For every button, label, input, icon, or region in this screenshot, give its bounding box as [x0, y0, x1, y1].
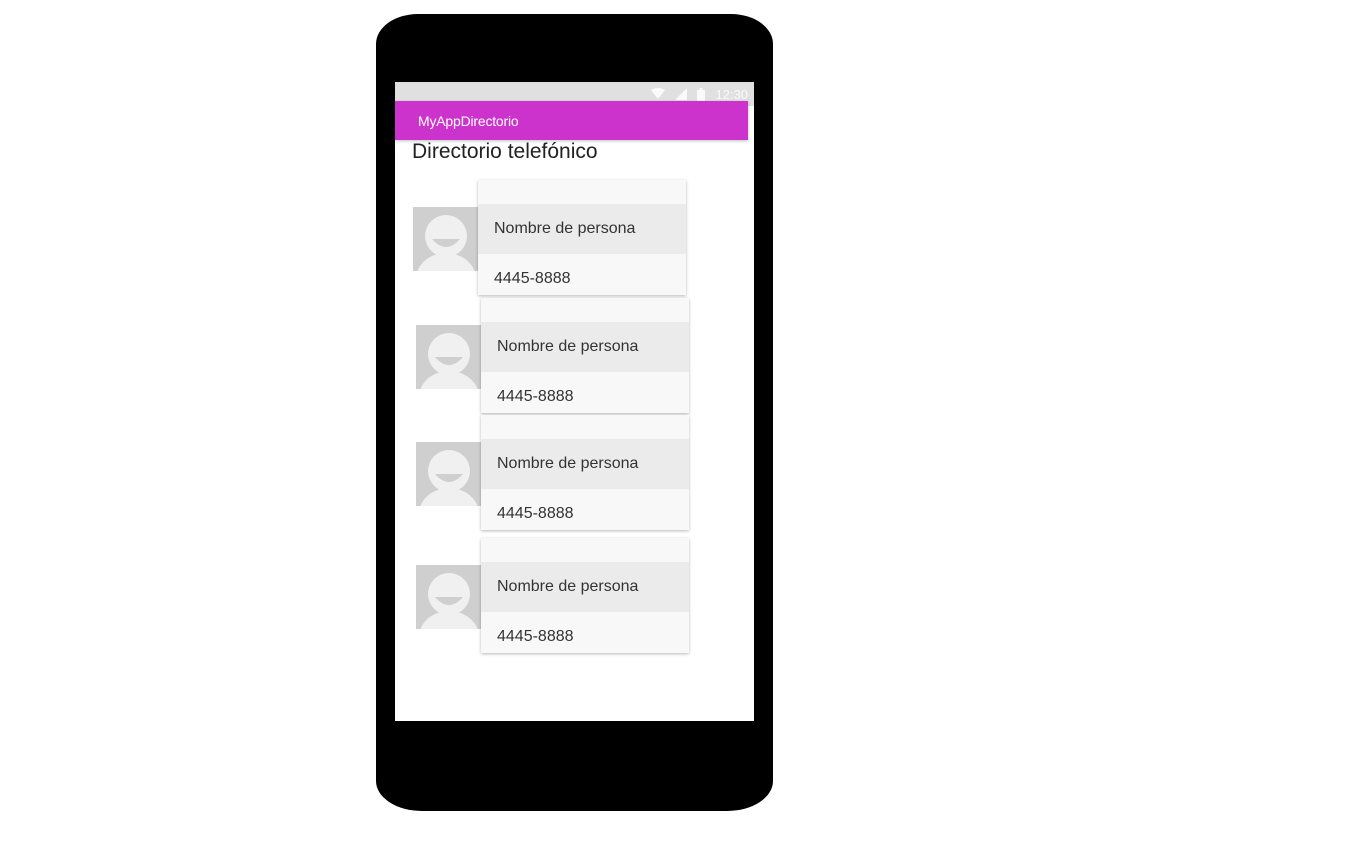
contact-phone: 4445-8888 [497, 388, 574, 405]
person-placeholder-icon [416, 325, 481, 389]
person-placeholder-icon [416, 442, 481, 506]
contact-name: Nombre de persona [494, 220, 636, 237]
person-placeholder-icon [416, 565, 481, 629]
contact-name-row: Nombre de persona [481, 322, 689, 372]
contact-card[interactable]: Nombre de persona 4445-8888 [481, 415, 689, 530]
signal-icon [675, 88, 688, 100]
contact-item[interactable]: Nombre de persona 4445-8888 [416, 415, 696, 532]
contact-name: Nombre de persona [497, 578, 639, 595]
contact-card[interactable]: Nombre de persona 4445-8888 [481, 298, 689, 413]
page-title: Directorio telefónico [412, 140, 598, 163]
contact-item[interactable]: Nombre de persona 4445-8888 [413, 180, 693, 297]
battery-icon [697, 87, 706, 101]
status-time: 12:30 [715, 86, 748, 102]
phone-screen: 12:30 MyAppDirectorio Directorio telefón… [395, 82, 754, 721]
contact-phone: 4445-8888 [497, 505, 574, 522]
person-placeholder-icon [413, 207, 478, 271]
contact-name-row: Nombre de persona [481, 439, 689, 489]
contact-name: Nombre de persona [497, 338, 639, 355]
app-title: MyAppDirectorio [418, 113, 519, 129]
contact-phone: 4445-8888 [497, 628, 574, 645]
contact-name-row: Nombre de persona [478, 204, 686, 254]
contact-phone: 4445-8888 [494, 270, 571, 287]
contact-item[interactable]: Nombre de persona 4445-8888 [416, 538, 696, 655]
app-bar: MyAppDirectorio [395, 101, 748, 140]
contact-card[interactable]: Nombre de persona 4445-8888 [478, 180, 686, 295]
contact-card[interactable]: Nombre de persona 4445-8888 [481, 538, 689, 653]
contact-item[interactable]: Nombre de persona 4445-8888 [416, 298, 696, 415]
contact-name-row: Nombre de persona [481, 562, 689, 612]
wifi-icon [651, 88, 666, 100]
contact-name: Nombre de persona [497, 455, 639, 472]
